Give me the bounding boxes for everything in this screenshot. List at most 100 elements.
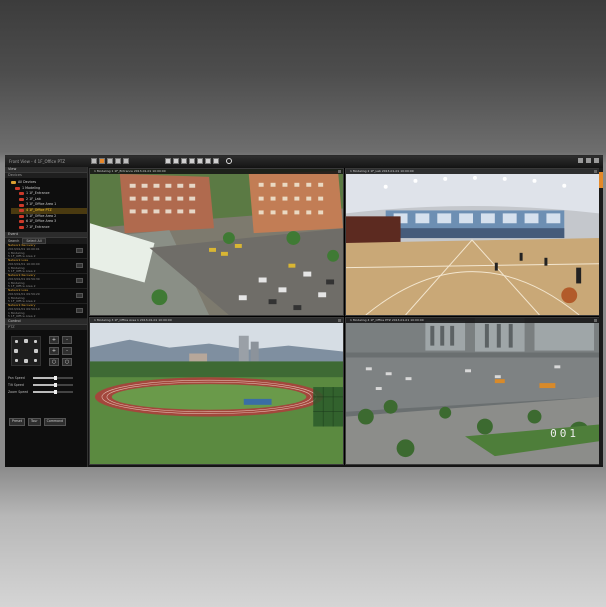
event-playback-button[interactable] (76, 278, 83, 284)
slider-track[interactable] (33, 376, 73, 381)
ptz-direction-pad[interactable] (11, 336, 41, 367)
event-playback-button[interactable] (76, 263, 83, 269)
maximize-icon[interactable] (586, 158, 591, 163)
device-tree-label: 7 1F_Entrance (26, 224, 50, 229)
event-item[interactable]: Network Loss 2013/01/01 10:00:00 1 Modelin… (5, 259, 87, 275)
speed-slider-label: Zoom Speed (8, 390, 29, 395)
power-icon[interactable] (226, 158, 232, 164)
ptz-upleft-icon[interactable] (15, 340, 18, 344)
title-bar: Front View - 4 1F_Office PTZ (5, 156, 603, 167)
close-icon[interactable] (594, 158, 599, 163)
event-list: Network Recovery 2013/01/01 10:00:01 1 Mod… (5, 244, 87, 320)
camera-feed-gym (346, 169, 599, 315)
ptz-upright-icon[interactable] (34, 340, 37, 344)
right-panel-tab[interactable] (599, 172, 603, 188)
device-tree: All Devices 1 Modeling 1 1F_Entrance 2 1F_L… (5, 178, 87, 230)
camera-title: 1 Modeling 1 1F_Entrance 2013-01-01 10:0… (90, 169, 343, 174)
snapshot-icon[interactable] (165, 158, 171, 164)
close-tile-icon[interactable] (594, 170, 597, 173)
right-panel-bar (599, 168, 603, 465)
camera-feed-plaza (346, 318, 599, 464)
ptz-panel: + - + - ○ ○ Pan Speed Tilt Speed Zoom Speed Pre… (5, 330, 87, 427)
layout-1x1-icon[interactable] (91, 158, 97, 164)
speed-slider-label: Pan Speed (8, 376, 25, 381)
layout-3x3-icon[interactable] (107, 158, 113, 164)
event-item[interactable]: Network Recovery 2013/01/01 10:00:01 1 Mod… (5, 244, 87, 260)
ptz-preset-button[interactable]: Preset (9, 418, 25, 427)
ptz-button[interactable]: + (49, 347, 59, 356)
event-detail: 5 1F_Office Area 2 (8, 314, 36, 319)
speed-slider[interactable]: Pan Speed (8, 376, 73, 381)
camera-title: 1 Modeling 4 1F_Office PTZ 2013-01-01 10… (346, 318, 599, 323)
layout-2x2-icon[interactable] (99, 158, 105, 164)
ptz-command-button[interactable]: Command (43, 418, 67, 427)
fullscreen-icon[interactable] (189, 158, 195, 164)
camera-tile-3[interactable]: 1 Modeling 3 1F_Office Area 1 2013-01-01… (89, 317, 344, 465)
slider-fill (33, 384, 55, 387)
playback-icon[interactable] (181, 158, 187, 164)
toolbar (165, 158, 219, 164)
layout-4x4-icon[interactable] (115, 158, 121, 164)
camera-icon (19, 198, 24, 202)
video-grid: 1 Modeling 1 1F_Entrance 2013-01-01 10:0… (89, 168, 600, 465)
camera-feed-street (90, 169, 343, 315)
slider-handle[interactable] (54, 383, 57, 388)
ptz-up-icon[interactable] (24, 339, 28, 344)
ptz-downright-icon[interactable] (34, 359, 37, 363)
slider-track[interactable] (33, 383, 73, 388)
camera-feed-field (90, 318, 343, 464)
audio-icon[interactable] (205, 158, 211, 164)
event-playback-button[interactable] (76, 248, 83, 254)
camera-icon (15, 186, 20, 190)
slider-track[interactable] (33, 390, 73, 395)
camera-icon (19, 220, 24, 224)
camera-title: 1 Modeling 2 1F_Lab 2013-01-01 10:00:00 (346, 169, 599, 174)
close-tile-icon[interactable] (338, 319, 341, 322)
ptz-left-icon[interactable] (14, 349, 18, 354)
camera-tile-2[interactable]: 1 Modeling 2 1F_Lab 2013-01-01 10:00:00 (345, 168, 600, 316)
minimize-icon[interactable] (578, 158, 583, 163)
camera-tile-4[interactable]: 1 Modeling 4 1F_Office PTZ 2013-01-01 10… (345, 317, 600, 465)
event-playback-button[interactable] (76, 293, 83, 299)
camera-title: 1 Modeling 3 1F_Office Area 1 2013-01-01… (90, 318, 343, 323)
speed-slider-label: Tilt Speed (8, 383, 24, 388)
slider-handle[interactable] (54, 376, 57, 381)
ptz-button[interactable]: ○ (49, 358, 59, 367)
camera-icon (19, 226, 24, 230)
camera-icon (19, 192, 24, 196)
close-tile-icon[interactable] (338, 170, 341, 173)
event-item[interactable]: Network Recovery 2013/01/01 09:59:30 1 Mod… (5, 274, 87, 290)
settings-icon[interactable] (213, 158, 219, 164)
record-icon[interactable] (173, 158, 179, 164)
speed-slider[interactable]: Zoom Speed (8, 390, 73, 395)
ptz-bottom-buttons: Preset Tour Command (9, 418, 67, 427)
vms-window: Front View - 4 1F_Office PTZ View Device… (5, 155, 603, 467)
sequence-icon[interactable] (197, 158, 203, 164)
slider-fill (33, 377, 55, 380)
layout-selector (91, 158, 129, 164)
ptz-button[interactable]: ○ (62, 358, 72, 367)
camera-number-overlay: 001 (550, 427, 579, 440)
ptz-button[interactable]: + (49, 336, 59, 345)
speed-slider[interactable]: Tilt Speed (8, 383, 73, 388)
event-item[interactable]: Network Recovery 2013/01/01 09:59:10 1 Mod… (5, 304, 87, 320)
sidebar: View Devices All Devices 1 Modeling 1 1F_E… (5, 167, 88, 467)
event-item[interactable]: Network Loss 2013/01/01 09:59:29 1 Modelin… (5, 289, 87, 305)
folder-icon (11, 181, 16, 185)
camera-tile-1[interactable]: 1 Modeling 1 1F_Entrance 2013-01-01 10:0… (89, 168, 344, 316)
camera-icon (19, 203, 24, 207)
ptz-button[interactable]: - (62, 347, 72, 356)
slider-handle[interactable] (54, 390, 57, 395)
ptz-downleft-icon[interactable] (15, 359, 18, 363)
window-controls (578, 158, 599, 163)
event-playback-button[interactable] (76, 308, 83, 314)
ptz-down-icon[interactable] (24, 359, 28, 364)
close-tile-icon[interactable] (594, 319, 597, 322)
slider-fill (33, 391, 55, 394)
ptz-button[interactable]: - (62, 336, 72, 345)
camera-icon (19, 214, 24, 218)
device-tree-item[interactable]: 7 1F_Entrance (11, 225, 87, 231)
layout-custom-icon[interactable] (123, 158, 129, 164)
ptz-tour-button[interactable]: Tour (27, 418, 41, 427)
ptz-right-icon[interactable] (34, 349, 38, 354)
